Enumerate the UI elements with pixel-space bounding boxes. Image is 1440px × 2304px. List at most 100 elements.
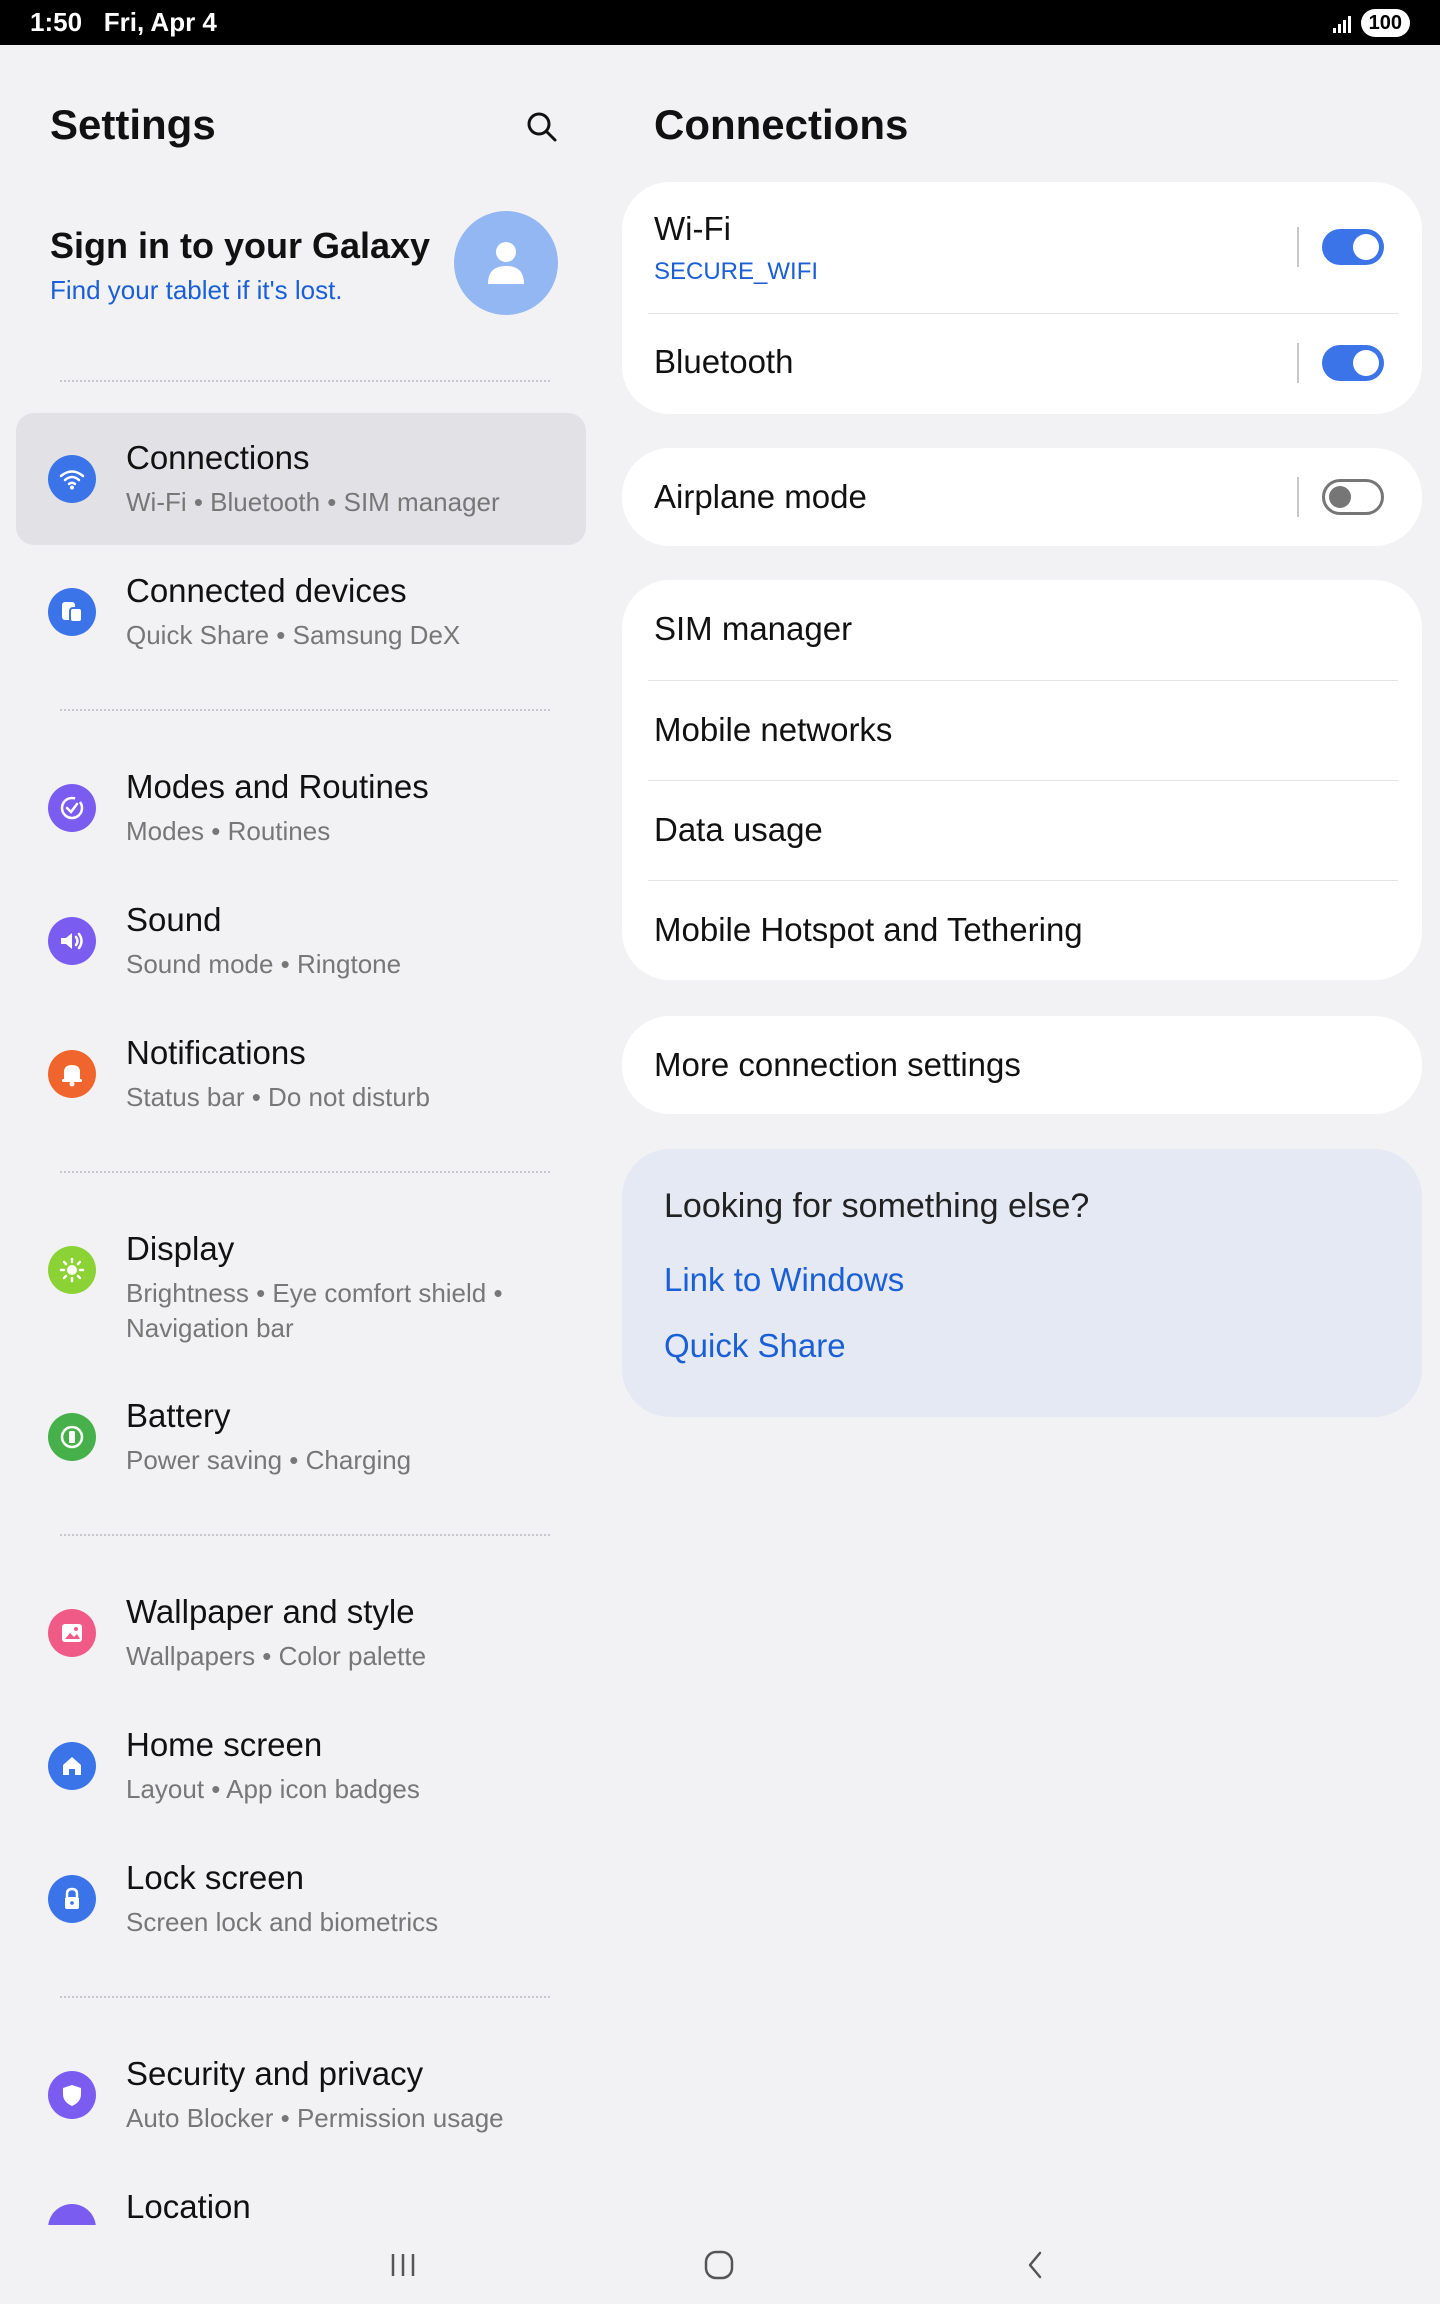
search-icon [527, 112, 557, 142]
signin-subtitle: Find your tablet if it's lost. [50, 275, 343, 305]
image-icon [48, 1609, 96, 1657]
item-subtitle: Auto Blocker • Permission usage [126, 2103, 504, 2133]
item-title: Battery [126, 1397, 231, 1434]
item-title: Home screen [126, 1726, 323, 1763]
sidebar-item-connections[interactable]: Connections Wi-Fi • Bluetooth • SIM mana… [16, 413, 586, 545]
avatar[interactable] [454, 211, 558, 315]
sim-manager-row[interactable]: SIM manager [622, 580, 1422, 680]
item-subtitle: Brightness • Eye comfort shield • Naviga… [126, 1278, 503, 1343]
lock-icon [48, 1875, 96, 1923]
vertical-separator [1297, 477, 1299, 517]
item-subtitle: Layout • App icon badges [126, 1774, 420, 1804]
hotspot-tethering-row[interactable]: Mobile Hotspot and Tethering [622, 880, 1422, 980]
shield-icon [48, 2071, 96, 2119]
more-settings-row[interactable]: More connection settings [622, 1016, 1422, 1114]
signin-section[interactable]: Sign in to your Galaxy Find your tablet … [50, 225, 430, 306]
battery-icon [48, 1413, 96, 1461]
signin-title: Sign in to your Galaxy [50, 225, 431, 266]
home-icon [48, 1742, 96, 1790]
divider [60, 380, 550, 382]
status-bar: 1:50 Fri, Apr 4 100 [0, 0, 1440, 45]
item-title: Notifications [126, 1034, 306, 1071]
settings-pane: Settings Sign in to your Galaxy Find you… [0, 45, 600, 2225]
sidebar-item-location[interactable]: Location [16, 2162, 586, 2225]
item-subtitle: Screen lock and biometrics [126, 1907, 439, 1937]
location-icon [48, 2204, 96, 2225]
status-clock: 1:50 Fri, Apr 4 [30, 7, 217, 38]
search-button[interactable] [520, 105, 564, 149]
wifi-row[interactable]: Wi-Fi SECURE_WIFI [622, 182, 1422, 313]
row-label: SIM manager [654, 610, 853, 647]
sidebar-item-notifications[interactable]: Notifications Status bar • Do not distur… [16, 1008, 586, 1140]
item-subtitle: Wi-Fi • Bluetooth • SIM manager [126, 487, 500, 517]
wifi-icon [48, 455, 96, 503]
vertical-separator [1297, 227, 1299, 267]
sidebar-item-home-screen[interactable]: Home screen Layout • App icon badges [16, 1700, 586, 1832]
sidebar-item-modes-routines[interactable]: Modes and Routines Modes • Routines [16, 742, 586, 874]
sidebar-item-connected-devices[interactable]: Connected devices Quick Share • Samsung … [16, 546, 586, 678]
recents-button[interactable] [380, 2243, 426, 2287]
wifi-network-name: SECURE_WIFI [654, 258, 819, 285]
item-title: Sound [126, 901, 222, 938]
back-icon [1028, 2251, 1042, 2279]
airplane-card: Airplane mode [622, 448, 1422, 546]
signal-icon [1332, 13, 1351, 33]
battery-level: 100 [1360, 8, 1410, 37]
row-label: Mobile Hotspot and Tethering [654, 911, 1083, 948]
sidebar-item-sound[interactable]: Sound Sound mode • Ringtone [16, 875, 586, 1007]
data-usage-row[interactable]: Data usage [622, 780, 1422, 880]
status-date: Fri, Apr 4 [103, 7, 217, 37]
navigation-bar [0, 2225, 1440, 2304]
row-label: Data usage [654, 811, 823, 848]
row-label: More connection settings [654, 1046, 1021, 1083]
item-title: Modes and Routines [126, 768, 429, 805]
sidebar-item-security-privacy[interactable]: Security and privacy Auto Blocker • Perm… [16, 2029, 586, 2161]
row-label: Mobile networks [654, 711, 893, 748]
person-icon [488, 242, 524, 284]
more-settings-card[interactable]: More connection settings [622, 1016, 1422, 1114]
divider [60, 709, 550, 711]
item-subtitle: Modes • Routines [126, 816, 331, 846]
airplane-toggle[interactable] [1322, 479, 1384, 515]
item-title: Wallpaper and style [126, 1593, 415, 1630]
airplane-label: Airplane mode [654, 478, 867, 515]
devices-icon [48, 588, 96, 636]
bluetooth-row[interactable]: Bluetooth [622, 313, 1422, 414]
airplane-row[interactable]: Airplane mode [622, 448, 1422, 546]
wifi-bluetooth-card: Wi-Fi SECURE_WIFI Bluetooth [622, 182, 1422, 414]
volume-icon [48, 917, 96, 965]
item-subtitle: Sound mode • Ringtone [126, 949, 402, 979]
status-time: 1:50 [30, 7, 83, 37]
item-subtitle: Status bar • Do not disturb [126, 1082, 430, 1112]
vertical-separator [1297, 343, 1299, 383]
sidebar-item-display[interactable]: Display Brightness • Eye comfort shield … [16, 1204, 586, 1364]
item-title: Lock screen [126, 1859, 304, 1896]
bluetooth-toggle[interactable] [1322, 345, 1384, 381]
home-circle-icon [704, 2250, 734, 2280]
routines-icon [48, 784, 96, 832]
wifi-label: Wi-Fi [654, 210, 731, 247]
sidebar-item-lock-screen[interactable]: Lock screen Screen lock and biometrics [16, 1833, 586, 1965]
divider [60, 1534, 550, 1536]
sun-icon [48, 1246, 96, 1294]
mobile-networks-row[interactable]: Mobile networks [622, 680, 1422, 780]
item-title: Connections [126, 439, 310, 476]
network-card: SIM manager Mobile networks Data usage M… [622, 580, 1422, 980]
bluetooth-label: Bluetooth [654, 343, 794, 380]
quick-share-link[interactable]: Quick Share [664, 1327, 846, 1365]
divider [60, 1996, 550, 1998]
recents-icon [391, 2254, 415, 2276]
suggestions-title: Looking for something else? [664, 1187, 1090, 1225]
settings-title: Settings [50, 101, 216, 148]
sidebar-item-wallpaper[interactable]: Wallpaper and style Wallpapers • Color p… [16, 1567, 586, 1699]
wifi-toggle[interactable] [1322, 229, 1384, 265]
link-to-windows-link[interactable]: Link to Windows [664, 1261, 904, 1299]
suggestions-card: Looking for something else? Link to Wind… [622, 1149, 1422, 1417]
back-button[interactable] [1012, 2243, 1058, 2287]
item-title: Security and privacy [126, 2055, 424, 2092]
sidebar-item-battery[interactable]: Battery Power saving • Charging [16, 1371, 586, 1503]
bell-icon [48, 1050, 96, 1098]
item-subtitle: Wallpapers • Color palette [126, 1641, 427, 1671]
home-button[interactable] [696, 2243, 742, 2287]
item-subtitle: Quick Share • Samsung DeX [126, 620, 461, 650]
